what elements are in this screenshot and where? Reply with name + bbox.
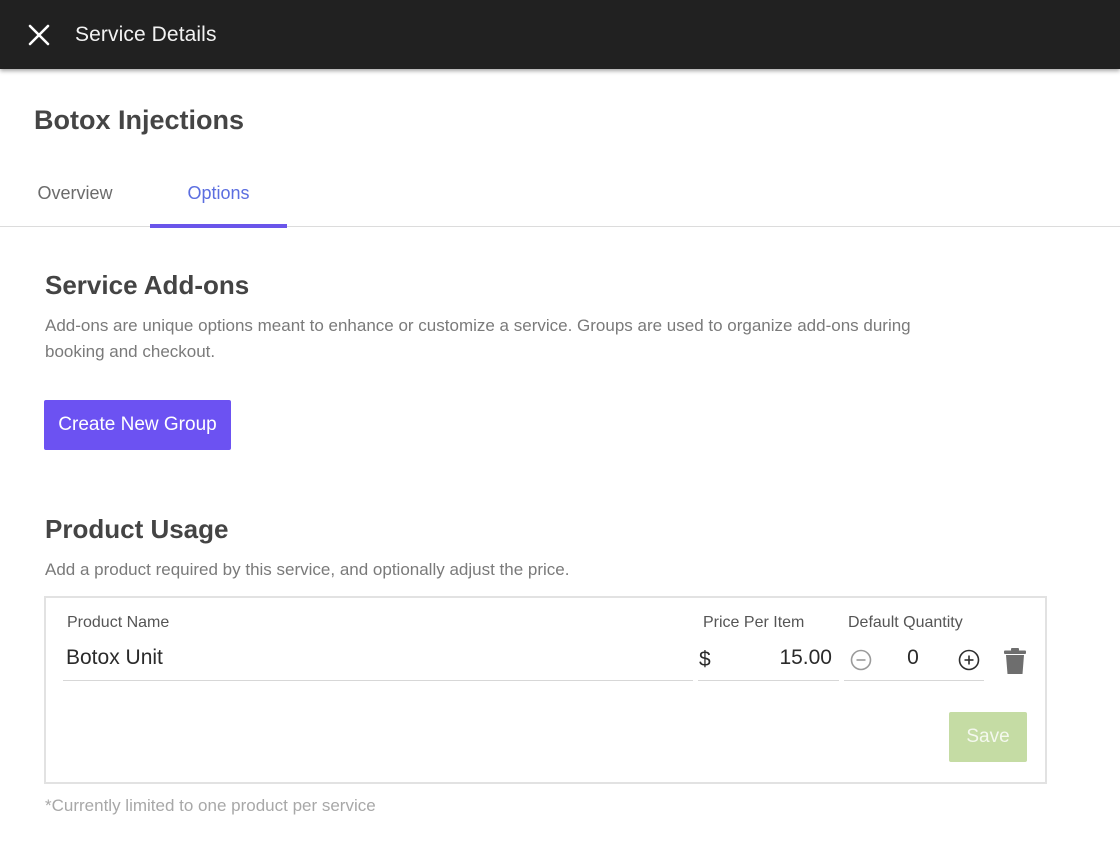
product-usage-heading: Product Usage [45,514,229,544]
product-name-input[interactable]: Botox Unit [66,646,163,670]
service-addons-description-line1: Add-ons are unique options meant to enha… [45,316,911,335]
close-icon [28,24,50,45]
page-title: Service Details [75,22,217,46]
product-usage-description: Add a product required by this service, … [45,560,570,579]
price-underline [698,680,839,681]
decrement-quantity-button[interactable] [849,648,873,672]
save-button[interactable]: Save [949,712,1027,762]
quantity-input[interactable]: 0 [901,646,925,670]
trash-icon [1004,648,1026,674]
default-quantity-label: Default Quantity [848,614,963,631]
quantity-underline [844,680,984,681]
product-limit-footnote: *Currently limited to one product per se… [45,796,376,815]
plus-circle-icon [958,649,980,671]
service-addons-heading: Service Add-ons [45,270,250,300]
create-new-group-button[interactable]: Create New Group [44,400,231,450]
increment-quantity-button[interactable] [957,648,981,672]
product-name-label: Product Name [67,614,170,631]
tab-bar: Overview Options [0,160,1120,228]
product-usage-card: Product Name Price Per Item Default Quan… [44,596,1047,784]
price-input[interactable]: 15.00 [746,646,832,670]
close-button[interactable] [25,21,53,49]
top-app-bar: Service Details [0,0,1120,69]
service-name-heading: Botox Injections [34,105,245,135]
delete-product-button[interactable] [1003,647,1027,675]
currency-symbol: $ [699,648,711,671]
product-name-underline [63,680,693,681]
price-per-item-label: Price Per Item [703,614,805,631]
tab-overview[interactable]: Overview [0,160,150,227]
tab-options[interactable]: Options [150,160,287,228]
service-addons-description-line2: booking and checkout. [45,342,216,361]
minus-circle-icon [850,649,872,671]
